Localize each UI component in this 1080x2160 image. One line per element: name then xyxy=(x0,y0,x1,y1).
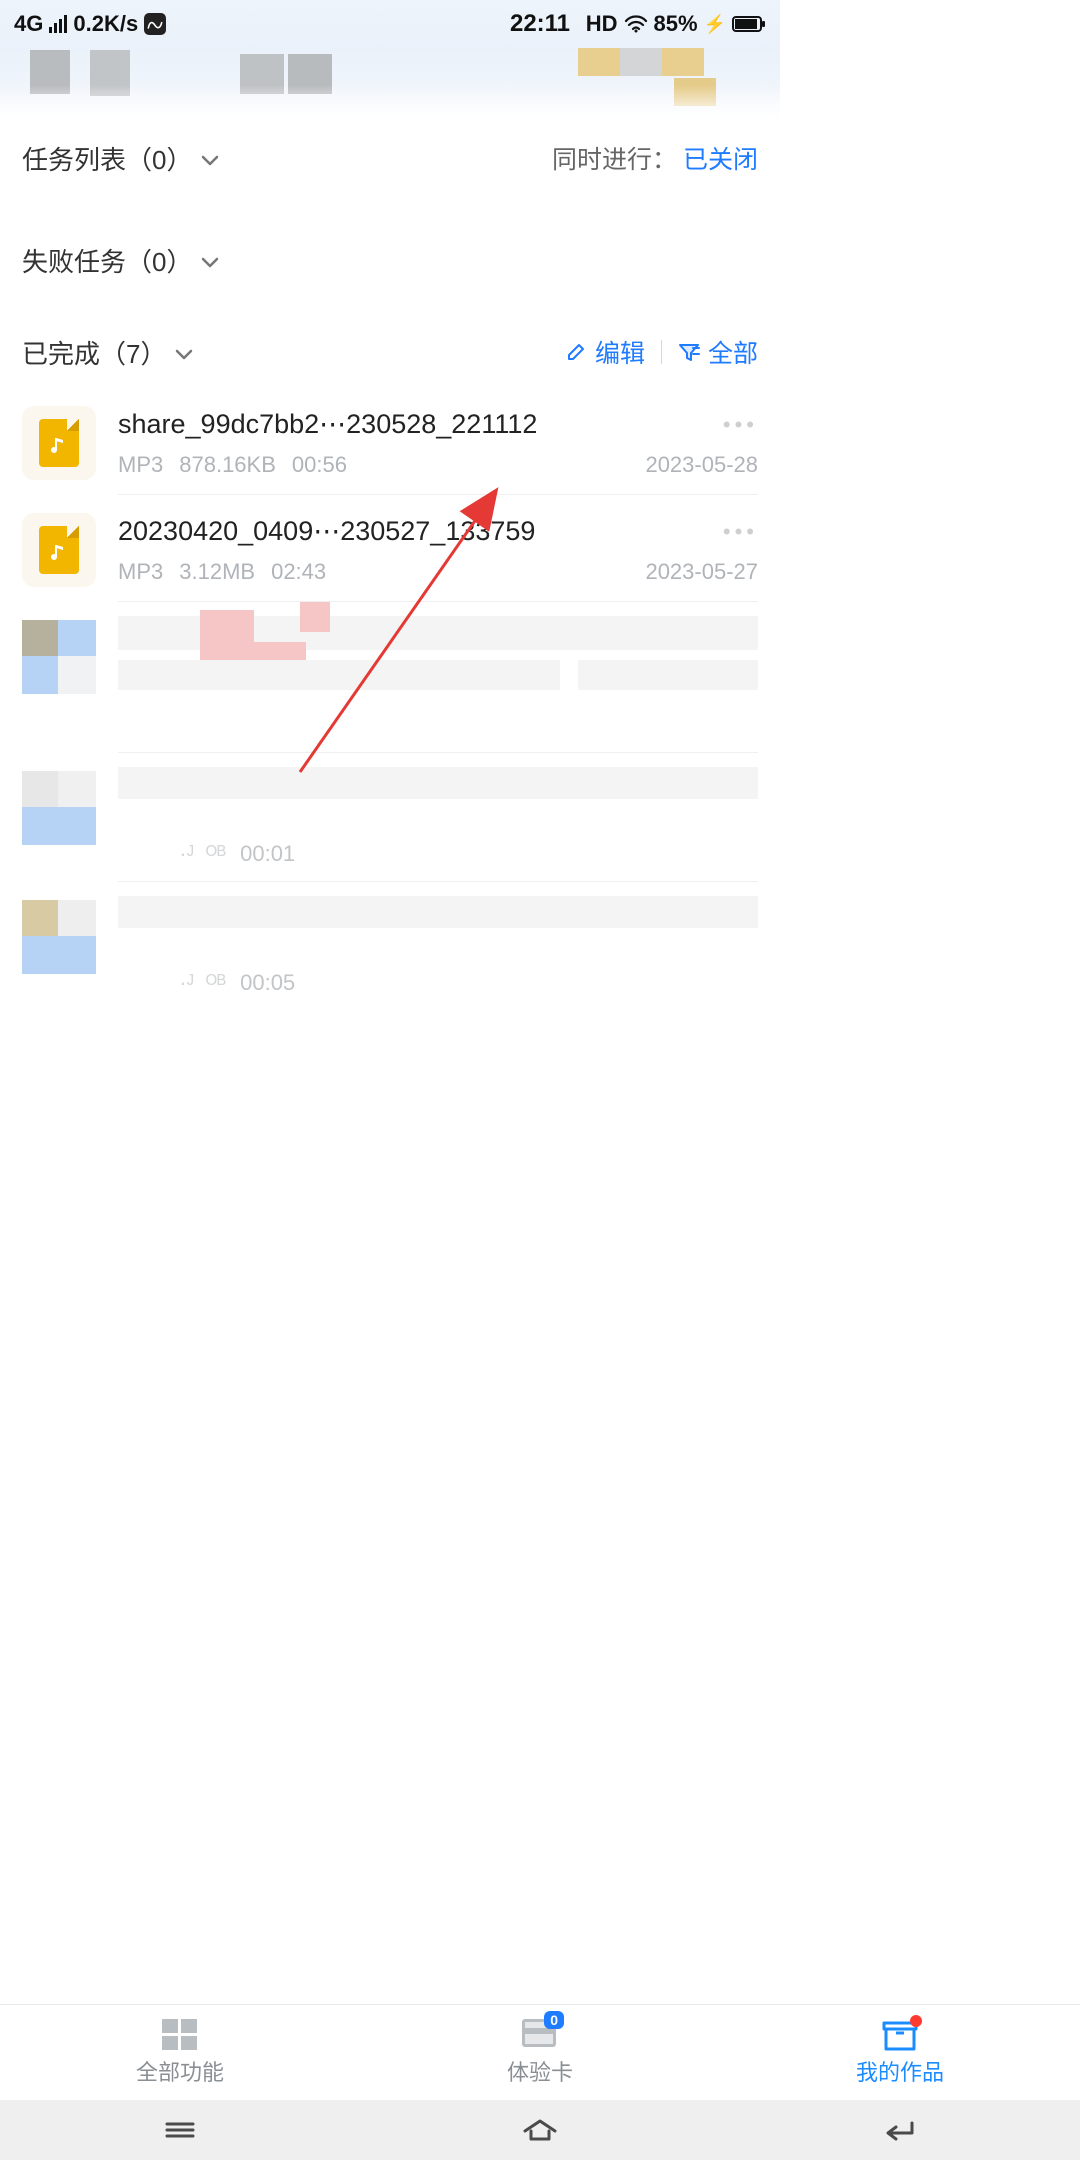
notification-dot-icon xyxy=(910,2015,922,2027)
tab-my-works[interactable]: 我的作品 xyxy=(720,2005,1080,2100)
file-duration: 02:43 xyxy=(271,559,326,585)
grid-icon xyxy=(162,2019,198,2050)
file-item-blurred: MP3 ·ᴶ ᴼᴮ 00:01 xyxy=(0,753,780,881)
battery-icon xyxy=(732,16,766,32)
badge-count: 0 xyxy=(544,2011,564,2029)
tab-label: 我的作品 xyxy=(856,2055,944,2087)
status-bar: 4G 0.2K/s 22:11 HD 85% ⚡ xyxy=(0,0,780,48)
task-list-toggle[interactable]: 任务列表（0） xyxy=(22,140,220,177)
app-indicator-icon xyxy=(144,13,166,35)
file-title: share_99dc7bb2⋯230528_221112 xyxy=(118,409,758,440)
hd-indicator: HD xyxy=(586,11,618,37)
failed-list-toggle[interactable]: 失败任务（0） xyxy=(22,242,220,279)
file-item[interactable]: share_99dc7bb2⋯230528_221112 MP3 878.16K… xyxy=(0,388,780,494)
file-item-blurred xyxy=(0,602,780,752)
completed-list-label: 已完成（7） xyxy=(22,334,166,371)
filter-icon xyxy=(678,342,700,362)
file-title: 20230420_0409⋯230527_133759 xyxy=(118,516,758,547)
more-options-button[interactable]: ••• xyxy=(723,412,758,438)
nav-back-button[interactable] xyxy=(879,2116,921,2144)
battery-percent: 85% xyxy=(654,11,698,37)
edit-button[interactable]: 编辑 xyxy=(565,334,645,370)
file-date: 2023-05-28 xyxy=(645,452,758,478)
chevron-down-icon xyxy=(200,143,220,174)
chevron-down-icon xyxy=(200,245,220,276)
network-speed: 0.2K/s xyxy=(73,11,138,37)
bottom-tab-bar: 全部功能 0 体验卡 我的作品 xyxy=(0,2004,1080,2100)
file-date: 2023-05-27 xyxy=(645,559,758,585)
charging-icon: ⚡ xyxy=(704,14,726,35)
pencil-icon xyxy=(565,341,587,363)
concurrent-label: 同时进行： xyxy=(552,140,677,176)
nav-home-button[interactable] xyxy=(519,2116,561,2144)
failed-list-label: 失败任务（0） xyxy=(22,242,192,279)
file-size: 3.12MB xyxy=(179,559,255,585)
header-blurred xyxy=(0,48,780,118)
filter-button[interactable]: 全部 xyxy=(678,334,758,370)
file-type-icon xyxy=(22,513,96,587)
signal-icon xyxy=(49,15,67,33)
file-format: MP3 xyxy=(118,452,163,478)
concurrent-value: 已关闭 xyxy=(683,140,758,176)
chevron-down-icon xyxy=(174,337,194,368)
file-duration: 00:01 xyxy=(240,841,295,867)
tab-all-functions[interactable]: 全部功能 xyxy=(0,2005,360,2100)
file-duration: 00:05 xyxy=(240,970,295,996)
file-size: 878.16KB xyxy=(179,452,276,478)
completed-list-toggle[interactable]: 已完成（7） xyxy=(22,334,194,371)
system-nav-bar xyxy=(0,2100,1080,2160)
tab-label: 体验卡 xyxy=(507,2055,573,2087)
concurrent-setting[interactable]: 同时进行： 已关闭 xyxy=(552,140,758,176)
file-type-icon xyxy=(22,406,96,480)
nav-recents-button[interactable] xyxy=(159,2116,201,2144)
file-item-blurred: MP3 ·ᴶ ᴼᴮ 00:05 xyxy=(0,882,780,1010)
more-options-button[interactable]: ••• xyxy=(723,519,758,545)
network-type: 4G xyxy=(14,11,43,37)
wifi-icon xyxy=(624,15,648,33)
file-format: MP3 xyxy=(118,559,163,585)
file-duration: 00:56 xyxy=(292,452,347,478)
file-item[interactable]: 20230420_0409⋯230527_133759 MP3 3.12MB 0… xyxy=(0,495,780,601)
tab-label: 全部功能 xyxy=(136,2055,224,2087)
task-list-label: 任务列表（0） xyxy=(22,140,192,177)
divider xyxy=(661,340,662,364)
tab-trial-card[interactable]: 0 体验卡 xyxy=(360,2005,720,2100)
clock: 22:11 xyxy=(510,10,570,38)
